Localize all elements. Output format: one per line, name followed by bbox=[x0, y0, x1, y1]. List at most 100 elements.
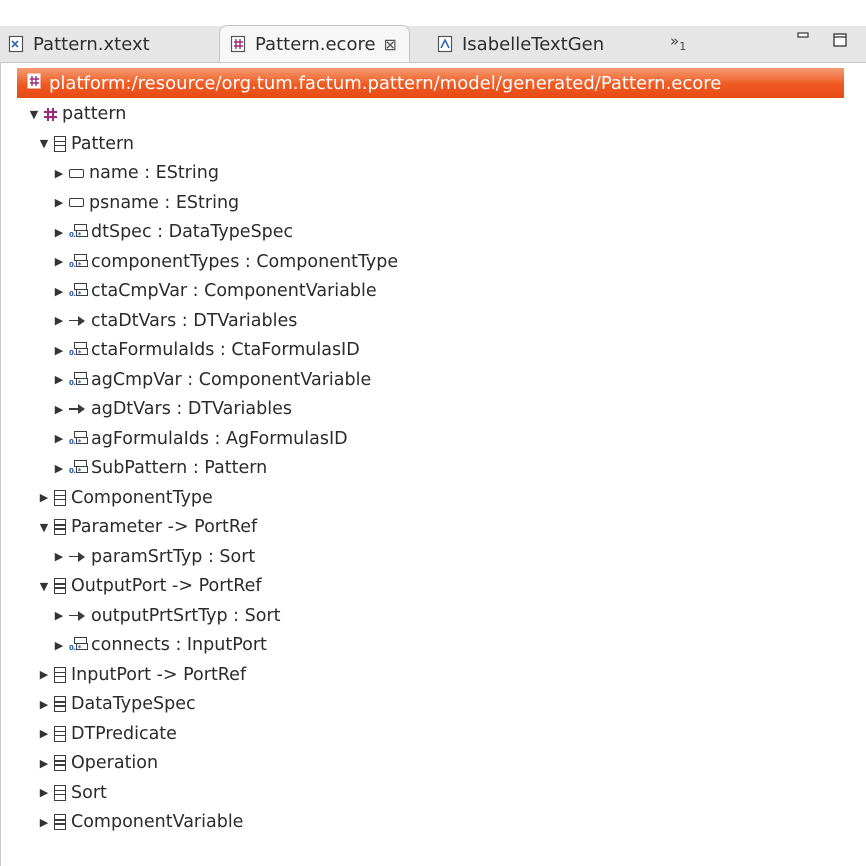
tree-item[interactable]: ▶ 0..* ctaFormulaIds : CtaFormulasID bbox=[53, 335, 360, 365]
tree-item-label: SubPattern : Pattern bbox=[91, 458, 268, 478]
tree-item[interactable]: ▶ paramSrtTyp : Sort bbox=[53, 542, 256, 572]
maximize-button[interactable] bbox=[832, 32, 848, 52]
multi-reference-icon: 0..* bbox=[69, 253, 88, 270]
collapse-arrow-icon[interactable]: ▶ bbox=[53, 550, 65, 563]
attribute-icon bbox=[69, 168, 84, 178]
tree-item[interactable]: ▶ DTPredicate bbox=[38, 719, 177, 749]
minimize-button[interactable] bbox=[796, 28, 810, 47]
tree-item[interactable]: ▶ ctaDtVars : DTVariables bbox=[53, 306, 298, 336]
expand-arrow-icon[interactable]: ▼ bbox=[38, 521, 50, 534]
tree-item[interactable]: ▶ 0..* connects : InputPort bbox=[53, 630, 267, 660]
editor-tab-bar: Pattern.xtext Pattern.ecore ⊠ IsabelleTe… bbox=[0, 25, 866, 63]
tree-item-label: agFormulaIds : AgFormulasID bbox=[91, 428, 348, 449]
multi-reference-icon: 0..* bbox=[69, 430, 88, 447]
tree-item-label: outputPrtSrtTyp : Sort bbox=[91, 605, 281, 626]
collapse-arrow-icon[interactable]: ▶ bbox=[38, 491, 50, 504]
multi-reference-icon: 0..* bbox=[69, 371, 88, 388]
tree-item-label: dtSpec : DataTypeSpec bbox=[91, 222, 294, 242]
ecore-resource-icon bbox=[27, 73, 43, 94]
tab-pattern-ecore[interactable]: Pattern.ecore ⊠ bbox=[219, 25, 410, 62]
tree-item-label: paramSrtTyp : Sort bbox=[91, 546, 256, 567]
class-icon bbox=[54, 696, 66, 712]
collapse-arrow-icon[interactable]: ▶ bbox=[53, 196, 65, 209]
expand-arrow-icon[interactable]: ▼ bbox=[38, 137, 50, 150]
xtend-file-icon bbox=[437, 35, 455, 53]
collapse-arrow-icon[interactable]: ▶ bbox=[38, 727, 50, 740]
tree-item-label: ctaFormulaIds : CtaFormulasID bbox=[91, 340, 360, 360]
tree-item[interactable]: ▶ Sort bbox=[38, 778, 107, 808]
tree-item[interactable]: ▶ ComponentVariable bbox=[38, 807, 244, 837]
collapse-arrow-icon[interactable]: ▶ bbox=[53, 639, 65, 652]
class-icon bbox=[54, 666, 66, 683]
multi-reference-icon: 0..* bbox=[69, 342, 88, 358]
collapse-arrow-icon[interactable]: ▶ bbox=[38, 757, 50, 770]
collapse-arrow-icon[interactable]: ▶ bbox=[53, 285, 65, 298]
tree-item-label: connects : InputPort bbox=[91, 635, 267, 655]
editor-window: Pattern.xtext Pattern.ecore ⊠ IsabelleTe… bbox=[0, 0, 866, 866]
tree-item[interactable]: ▶ Operation bbox=[38, 748, 158, 778]
reference-icon bbox=[69, 315, 86, 326]
minimize-icon bbox=[797, 32, 809, 38]
tree-item[interactable]: ▼ OutputPort -> PortRef bbox=[38, 571, 262, 601]
ecore-file-icon bbox=[230, 35, 248, 53]
tree-item[interactable]: ▶ outputPrtSrtTyp : Sort bbox=[53, 601, 281, 631]
collapse-arrow-icon[interactable]: ▶ bbox=[38, 698, 50, 711]
collapse-arrow-icon[interactable]: ▶ bbox=[38, 668, 50, 681]
class-icon bbox=[54, 755, 66, 771]
tree-item[interactable]: ▶ psname : EString bbox=[53, 188, 239, 218]
tree-item[interactable]: ▶ name : EString bbox=[53, 158, 219, 188]
overflow-count: 1 bbox=[679, 40, 687, 53]
tree-item[interactable]: ▶ 0..* agCmpVar : ComponentVariable bbox=[53, 365, 371, 395]
collapse-arrow-icon[interactable]: ▶ bbox=[53, 344, 65, 357]
tree-item-label: OutputPort -> PortRef bbox=[71, 576, 262, 596]
tree-item[interactable]: ▶ 0..* dtSpec : DataTypeSpec bbox=[53, 217, 293, 247]
tree-item-label: ComponentVariable bbox=[71, 812, 244, 832]
tree-item-label: Operation bbox=[71, 753, 159, 773]
collapse-arrow-icon[interactable]: ▶ bbox=[38, 816, 50, 829]
tree-item[interactable]: ▼ Pattern bbox=[38, 129, 134, 159]
collapse-arrow-icon[interactable]: ▶ bbox=[53, 314, 65, 327]
collapse-arrow-icon[interactable]: ▶ bbox=[53, 226, 65, 239]
resource-row-selected[interactable]: platform:/resource/org.tum.factum.patter… bbox=[17, 68, 844, 98]
tab-label: Pattern.xtext bbox=[33, 33, 150, 55]
tree-item[interactable]: ▶ InputPort -> PortRef bbox=[38, 660, 246, 690]
xtext-file-icon bbox=[8, 35, 26, 53]
collapse-arrow-icon[interactable]: ▶ bbox=[53, 609, 65, 622]
collapse-arrow-icon[interactable]: ▶ bbox=[53, 432, 65, 445]
collapse-arrow-icon[interactable]: ▶ bbox=[38, 786, 50, 799]
tree-item[interactable]: ▶ 0..* ctaCmpVar : ComponentVariable bbox=[53, 276, 377, 306]
tree-item[interactable]: ▼ pattern bbox=[28, 99, 127, 129]
tree-item-label: name : EString bbox=[89, 163, 219, 183]
reference-icon bbox=[69, 404, 86, 414]
tree-item[interactable]: ▶ DataTypeSpec bbox=[38, 689, 196, 719]
tab-isabelle-textgen[interactable]: IsabelleTextGen bbox=[437, 26, 604, 62]
class-icon bbox=[54, 519, 66, 535]
tree-item[interactable]: ▼ Parameter -> PortRef bbox=[38, 512, 257, 542]
tree-item-label: agDtVars : DTVariables bbox=[91, 399, 292, 419]
maximize-icon bbox=[833, 33, 847, 47]
tab-overflow-button[interactable]: »1 bbox=[670, 32, 686, 53]
tab-pattern-xtext[interactable]: Pattern.xtext bbox=[8, 26, 150, 62]
reference-icon bbox=[69, 551, 86, 562]
tree-item-label: componentTypes : ComponentType bbox=[91, 251, 399, 272]
tree-item-label: Parameter -> PortRef bbox=[71, 517, 258, 537]
multi-reference-icon: 0..* bbox=[69, 283, 88, 299]
collapse-arrow-icon[interactable]: ▶ bbox=[53, 462, 65, 475]
multi-reference-icon: 0..* bbox=[69, 637, 88, 653]
collapse-arrow-icon[interactable]: ▶ bbox=[53, 373, 65, 386]
tree-item[interactable]: ▶ ComponentType bbox=[38, 483, 213, 513]
tree-item-label: Pattern bbox=[71, 133, 134, 154]
collapse-arrow-icon[interactable]: ▶ bbox=[53, 255, 65, 268]
collapse-arrow-icon[interactable]: ▶ bbox=[53, 167, 65, 180]
close-icon[interactable]: ⊠ bbox=[384, 35, 397, 54]
tree-item-label: DTPredicate bbox=[71, 723, 177, 744]
tree-item[interactable]: ▶ 0..* agFormulaIds : AgFormulasID bbox=[53, 424, 348, 454]
tree-item[interactable]: ▶ 0..* SubPattern : Pattern bbox=[53, 453, 267, 483]
tree-item[interactable]: ▶ agDtVars : DTVariables bbox=[53, 394, 292, 424]
expand-arrow-icon[interactable]: ▼ bbox=[38, 580, 50, 593]
expand-arrow-icon[interactable]: ▼ bbox=[28, 108, 40, 121]
collapse-arrow-icon[interactable]: ▶ bbox=[53, 403, 65, 416]
overflow-chevron-icon: » bbox=[670, 32, 680, 50]
tree-item[interactable]: ▶ 0..* componentTypes : ComponentType bbox=[53, 247, 398, 277]
class-icon bbox=[54, 725, 66, 742]
